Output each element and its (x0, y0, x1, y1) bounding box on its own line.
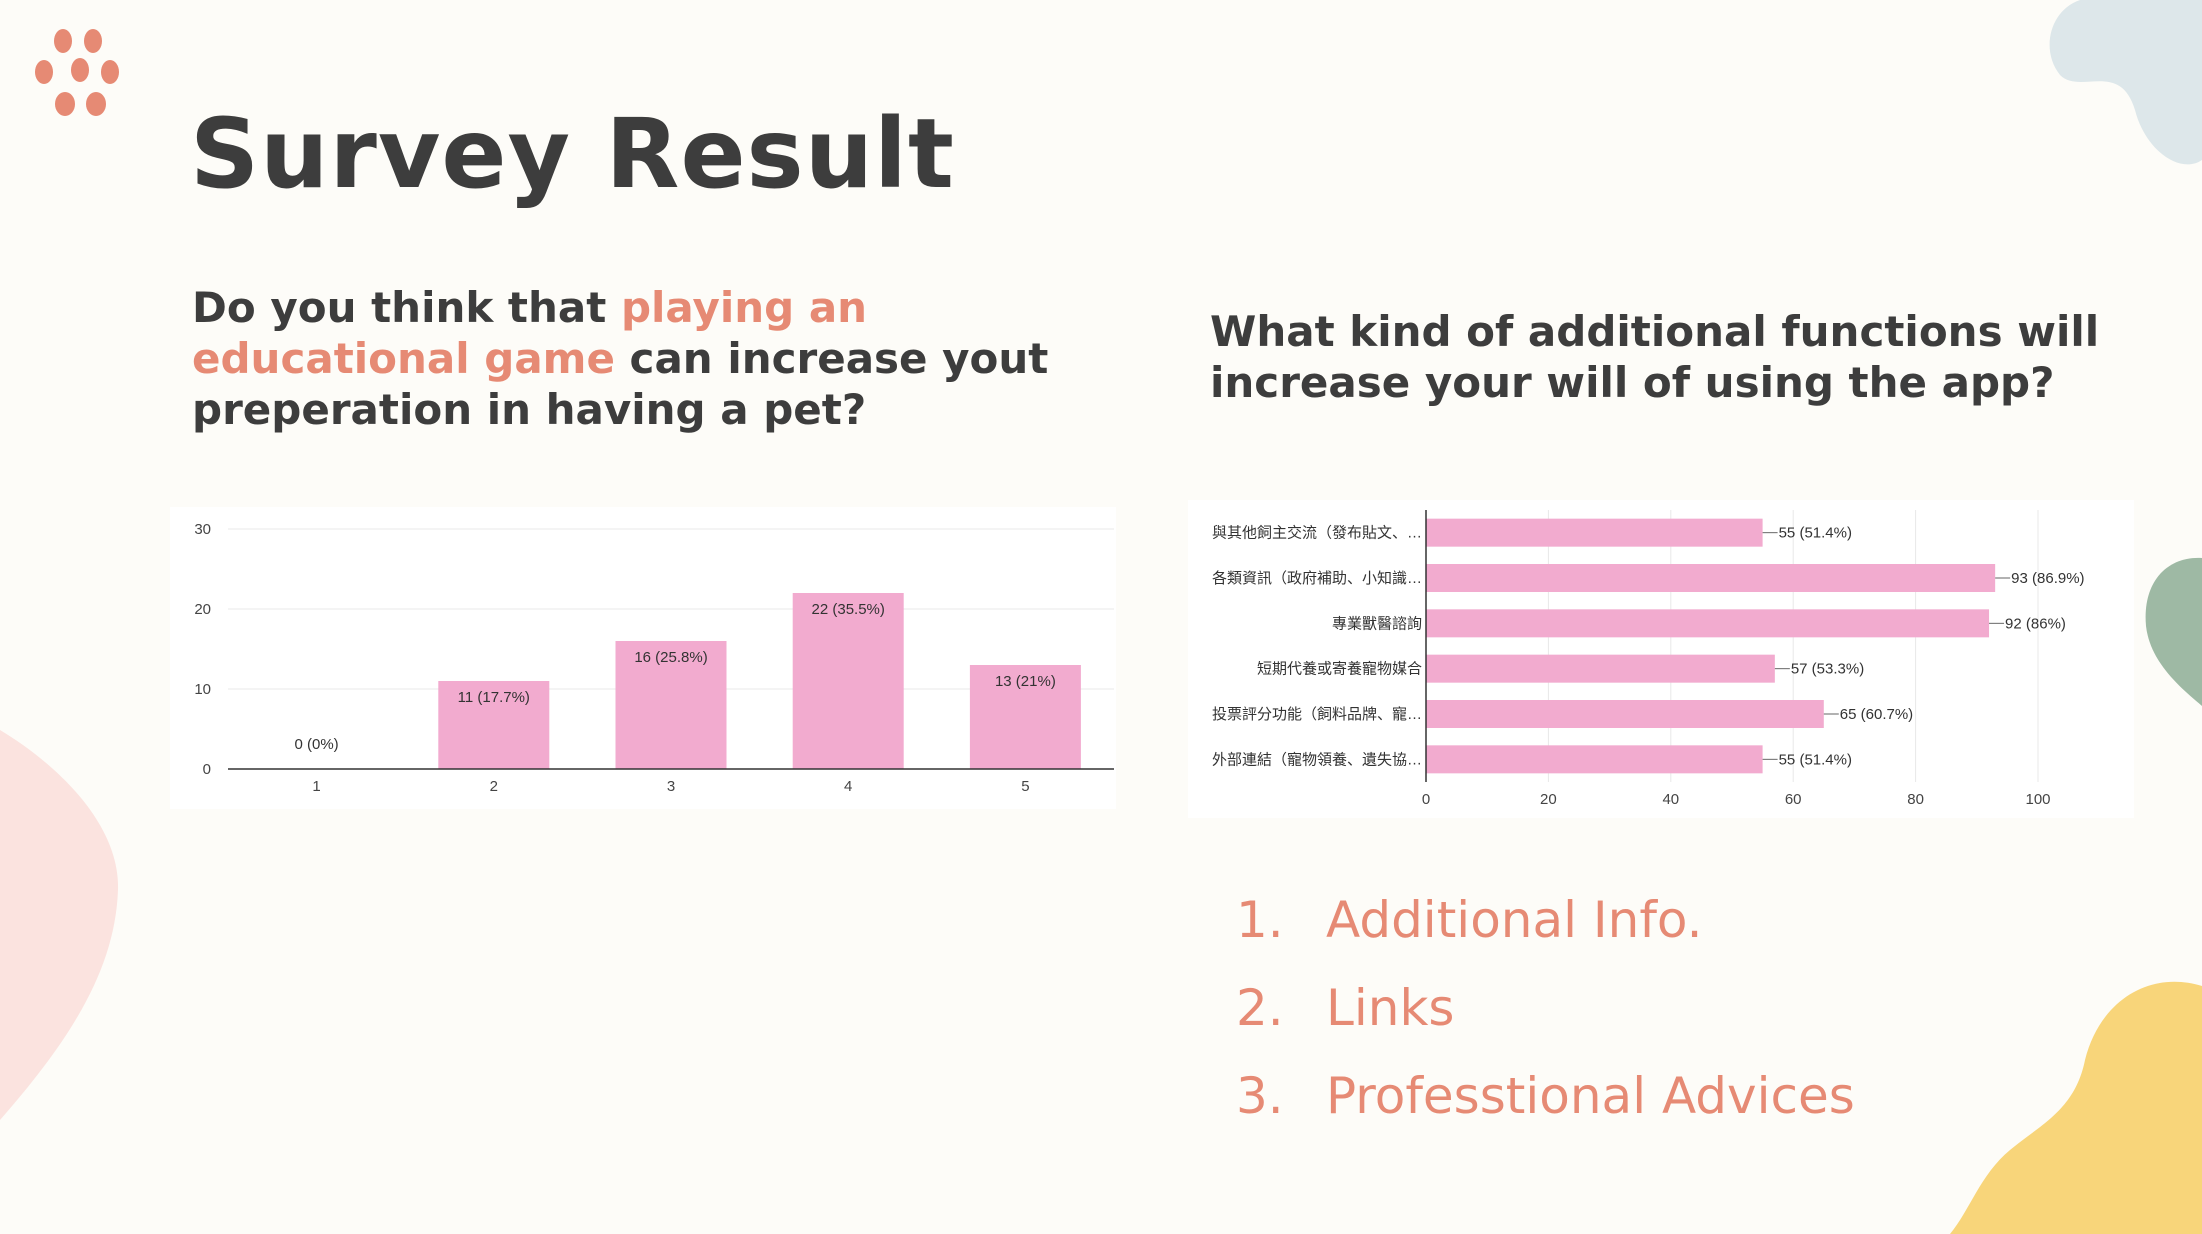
data-label: 92 (86%) (2005, 615, 2066, 632)
y-tick-label: 0 (203, 761, 211, 778)
functions-bar-chart: 0 20 40 60 80 100 55 (51.4%) 與其他飼主交流（發布貼文、… 93 (… (1188, 500, 2134, 818)
list-item-label: Links (1326, 979, 1455, 1037)
bar (1426, 654, 1775, 683)
right-question: What kind of additional functions will i… (1210, 307, 2100, 407)
functions-bar-chart-svg: 0 20 40 60 80 100 55 (51.4%) 與其他飼主交流（發布貼文、… 93 (… (1212, 510, 2085, 808)
y-tick-label: 10 (194, 681, 211, 698)
paw-icon (35, 29, 119, 116)
yellow-blob-decoration (1950, 981, 2202, 1234)
rating-bar-chart: 0 10 20 30 0 (0%) 1 11 (17.7%) 2 16 (25.8%) 3 22 (… (170, 507, 1116, 809)
page-title: Survey Result (190, 98, 955, 210)
x-tick-label: 80 (1907, 791, 1924, 808)
list-item: 1. Additional Info. (1236, 876, 1855, 964)
y-category-label: 外部連結（寵物領養、遺失協… (1212, 750, 1422, 768)
data-label: 57 (53.3%) (1791, 661, 1864, 678)
data-label: 55 (51.4%) (1779, 525, 1852, 542)
y-category-label: 投票評分功能（飼料品牌、寵… (1212, 705, 1422, 723)
data-label: 55 (51.4%) (1779, 751, 1852, 768)
list-item-number: 2. (1236, 979, 1284, 1037)
pink-blob-decoration (0, 730, 119, 1120)
x-tick-label: 100 (2025, 791, 2050, 808)
x-tick-label: 2 (490, 778, 498, 795)
y-category-label: 專業獸醫諮詢 (1332, 615, 1422, 632)
x-tick-label: 3 (667, 778, 675, 795)
x-tick-label: 0 (1422, 791, 1430, 808)
bar (792, 593, 904, 769)
data-label: 22 (35.5%) (812, 601, 885, 618)
bar (1426, 609, 1990, 638)
y-tick-label: 30 (194, 521, 211, 538)
green-blob-decoration (2145, 557, 2202, 706)
data-label: 13 (21%) (995, 673, 1056, 690)
data-label: 65 (60.7%) (1840, 706, 1913, 723)
x-tick-label: 40 (1662, 791, 1679, 808)
data-label: 0 (0%) (295, 736, 339, 753)
list-item-number: 3. (1236, 1067, 1284, 1125)
list-item-label: Professtional Advices (1326, 1067, 1855, 1125)
feature-list: 1. Additional Info. 2. Links 3. Professtion… (1236, 876, 1855, 1140)
data-label: 93 (86.9%) (2011, 570, 2084, 587)
blue-blob-decoration (2049, 0, 2202, 165)
bar (1426, 518, 1763, 547)
y-category-label: 與其他飼主交流（發布貼文、… (1212, 524, 1422, 542)
left-question-part1: Do you think that (192, 283, 621, 332)
x-tick-label: 20 (1540, 791, 1557, 808)
left-question: Do you think that playing an educational… (192, 282, 1092, 435)
x-tick-label: 5 (1021, 778, 1029, 795)
data-label: 16 (25.8%) (634, 649, 707, 666)
y-category-label: 各類資訊（政府補助、小知識… (1212, 570, 1422, 587)
list-item: 3. Professtional Advices (1236, 1052, 1855, 1140)
bar (1426, 564, 1996, 592)
bar (1426, 745, 1763, 774)
y-category-label: 短期代養或寄養寵物媒合 (1257, 660, 1422, 678)
x-tick-label: 60 (1785, 791, 1802, 808)
rating-bar-chart-svg: 0 10 20 30 0 (0%) 1 11 (17.7%) 2 16 (25.8%) 3 22 (… (194, 521, 1114, 795)
list-item-label: Additional Info. (1326, 891, 1703, 949)
x-tick-label: 1 (312, 778, 320, 795)
list-item-number: 1. (1236, 891, 1284, 949)
bar (1426, 700, 1824, 728)
list-item: 2. Links (1236, 964, 1855, 1052)
x-tick-label: 4 (844, 778, 852, 795)
y-tick-label: 20 (194, 601, 211, 618)
data-label: 11 (17.7%) (458, 689, 530, 706)
